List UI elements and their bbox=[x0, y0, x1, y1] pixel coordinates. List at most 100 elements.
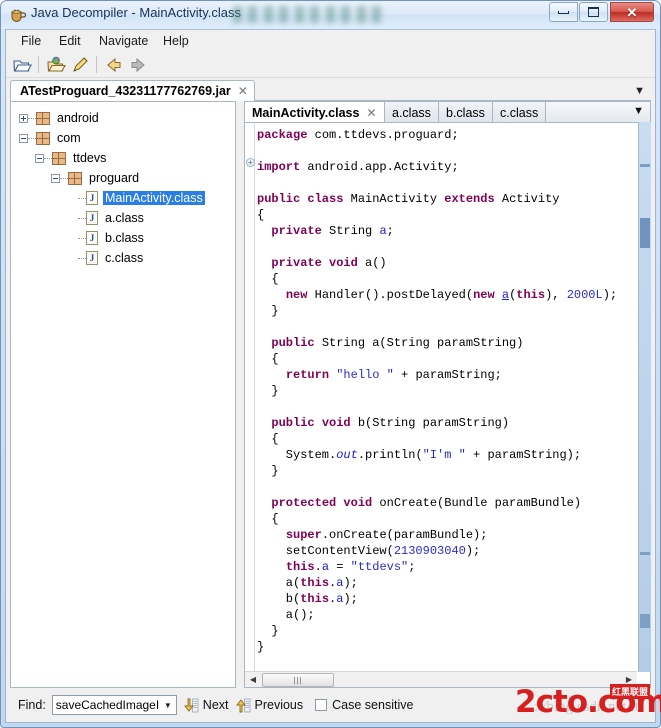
open-file-button[interactable] bbox=[12, 55, 33, 75]
close-button[interactable]: ✕ bbox=[610, 2, 654, 22]
tree-item-proguard[interactable]: proguard bbox=[11, 168, 235, 188]
menu-item-navigate[interactable]: Navigate bbox=[94, 33, 153, 49]
code-line: public void b(String paramString) bbox=[257, 415, 636, 431]
code-token: private void bbox=[271, 256, 357, 270]
editor-tab-MainActivity-class[interactable]: MainActivity.class✕ bbox=[245, 102, 385, 123]
client-area: File Edit Navigate Help bbox=[5, 29, 656, 723]
code-token: + paramString); bbox=[466, 448, 581, 462]
title-bar[interactable]: Java Decompiler - MainActivity.class ✕ bbox=[1, 1, 660, 29]
scroll-right-arrow-icon[interactable]: ▶ bbox=[621, 672, 637, 688]
expand-icon[interactable] bbox=[19, 114, 28, 123]
code-token: { bbox=[257, 272, 279, 286]
vertical-marker-strip[interactable] bbox=[638, 122, 651, 672]
scroll-thumb[interactable] bbox=[640, 218, 650, 248]
back-button[interactable] bbox=[104, 55, 125, 75]
code-line: { bbox=[257, 207, 636, 223]
code-token bbox=[257, 528, 286, 542]
class-file-icon: J bbox=[86, 191, 98, 205]
code-token bbox=[257, 496, 271, 510]
code-token: onCreate(Bundle paramBundle) bbox=[372, 496, 581, 510]
code-gutter: + bbox=[245, 123, 255, 671]
collapse-icon[interactable] bbox=[19, 134, 28, 143]
find-input[interactable]: saveCachedImageInWo ▼ bbox=[52, 695, 177, 715]
package-tree[interactable]: android com ttdevs proguard JMainActivity.cl… bbox=[11, 102, 235, 687]
chevron-down-icon[interactable]: ▼ bbox=[164, 701, 172, 710]
code-token: { bbox=[257, 512, 279, 526]
close-icon[interactable]: ✕ bbox=[238, 84, 248, 98]
find-previous-label: Previous bbox=[255, 698, 304, 712]
tree-item-b-class[interactable]: Jb.class bbox=[11, 228, 235, 248]
jar-tab[interactable]: ATestProguard_43231177762769.jar ✕ bbox=[10, 80, 255, 101]
tree-item-ttdevs[interactable]: ttdevs bbox=[11, 148, 235, 168]
code-view[interactable]: + package com.ttdevs.proguard; import an… bbox=[244, 122, 651, 688]
panel-splitter[interactable] bbox=[236, 101, 244, 688]
editor-tab-c-class[interactable]: c.class bbox=[493, 102, 546, 123]
case-sensitive-checkbox[interactable] bbox=[315, 699, 327, 711]
open-folder-color-button[interactable] bbox=[46, 55, 67, 75]
code-token: "I'm " bbox=[423, 448, 466, 462]
coffee-cup-icon bbox=[9, 6, 27, 24]
edit-pencil-button[interactable] bbox=[70, 55, 91, 75]
forward-button[interactable] bbox=[128, 55, 149, 75]
code-token: public bbox=[271, 336, 314, 350]
collapse-icon[interactable] bbox=[35, 154, 44, 163]
tree-item-MainActivity-class[interactable]: JMainActivity.class bbox=[11, 188, 235, 208]
scroll-left-arrow-icon[interactable]: ◀ bbox=[245, 672, 261, 688]
code-token: ); bbox=[343, 576, 357, 590]
code-line: { bbox=[257, 351, 636, 367]
horizontal-scroll-thumb[interactable]: ||| bbox=[262, 673, 334, 687]
editor-tab-a-class[interactable]: a.class bbox=[385, 102, 439, 123]
tree-item-android[interactable]: android bbox=[11, 108, 235, 128]
find-input-value: saveCachedImageInWo bbox=[56, 698, 160, 712]
code-token: a bbox=[502, 288, 509, 302]
tree-item-com[interactable]: com bbox=[11, 128, 235, 148]
toolbar bbox=[6, 52, 655, 78]
close-icon[interactable]: ✕ bbox=[366, 106, 376, 120]
forward-arrow-icon bbox=[128, 55, 148, 75]
marker bbox=[640, 552, 650, 555]
tree-item-c-class[interactable]: Jc.class bbox=[11, 248, 235, 268]
find-previous-button[interactable]: Previous bbox=[236, 698, 304, 713]
code-token bbox=[257, 336, 271, 350]
editor-tabs-chevron-down-icon[interactable]: ▼ bbox=[633, 105, 644, 117]
maximize-button[interactable] bbox=[579, 2, 608, 22]
editor-tab-b-class[interactable]: b.class bbox=[439, 102, 493, 123]
package-icon bbox=[68, 172, 82, 185]
minimize-icon bbox=[558, 11, 569, 14]
collapse-icon[interactable] bbox=[51, 174, 60, 183]
code-line: } bbox=[257, 623, 636, 639]
tree-item-a-class[interactable]: Ja.class bbox=[11, 208, 235, 228]
tree-item-label: com bbox=[55, 131, 83, 145]
horizontal-scrollbar[interactable]: ◀ ▶ ||| bbox=[245, 671, 637, 687]
close-icon: ✕ bbox=[627, 6, 638, 19]
code-token: ; bbox=[408, 560, 415, 574]
case-sensitive-label: Case sensitive bbox=[332, 698, 413, 712]
tree-item-label: c.class bbox=[103, 251, 145, 265]
code-token bbox=[257, 224, 271, 238]
code-token bbox=[257, 256, 271, 270]
fold-toggle-icon[interactable]: + bbox=[246, 158, 255, 167]
menu-item-file[interactable]: File bbox=[16, 33, 46, 49]
open-folder-color-icon bbox=[46, 55, 66, 75]
tree-connector bbox=[78, 218, 86, 219]
code-token: this bbox=[516, 288, 545, 302]
code-token: String a(String paramString) bbox=[315, 336, 524, 350]
code-line: } bbox=[257, 463, 636, 479]
code-line: protected void onCreate(Bundle paramBund… bbox=[257, 495, 636, 511]
find-next-button[interactable]: Next bbox=[184, 698, 229, 713]
code-line bbox=[257, 175, 636, 191]
application-window: Java Decompiler - MainActivity.class ✕ F… bbox=[0, 0, 661, 728]
menu-item-help[interactable]: Help bbox=[158, 33, 194, 49]
editor-tab-label: a.class bbox=[392, 106, 431, 120]
code-token: this bbox=[300, 592, 329, 606]
find-bar: Find: saveCachedImageInWo ▼ Next bbox=[10, 692, 651, 718]
tree-item-label: proguard bbox=[87, 171, 141, 185]
chevron-down-icon[interactable]: ▼ bbox=[634, 85, 645, 97]
minimize-button[interactable] bbox=[549, 2, 578, 22]
menu-item-edit[interactable]: Edit bbox=[54, 33, 86, 49]
code-token: ), bbox=[545, 288, 567, 302]
code-token: ; bbox=[387, 224, 394, 238]
code-token: out bbox=[336, 448, 358, 462]
code-token: .println( bbox=[358, 448, 423, 462]
code-token: b(String paramString) bbox=[351, 416, 509, 430]
